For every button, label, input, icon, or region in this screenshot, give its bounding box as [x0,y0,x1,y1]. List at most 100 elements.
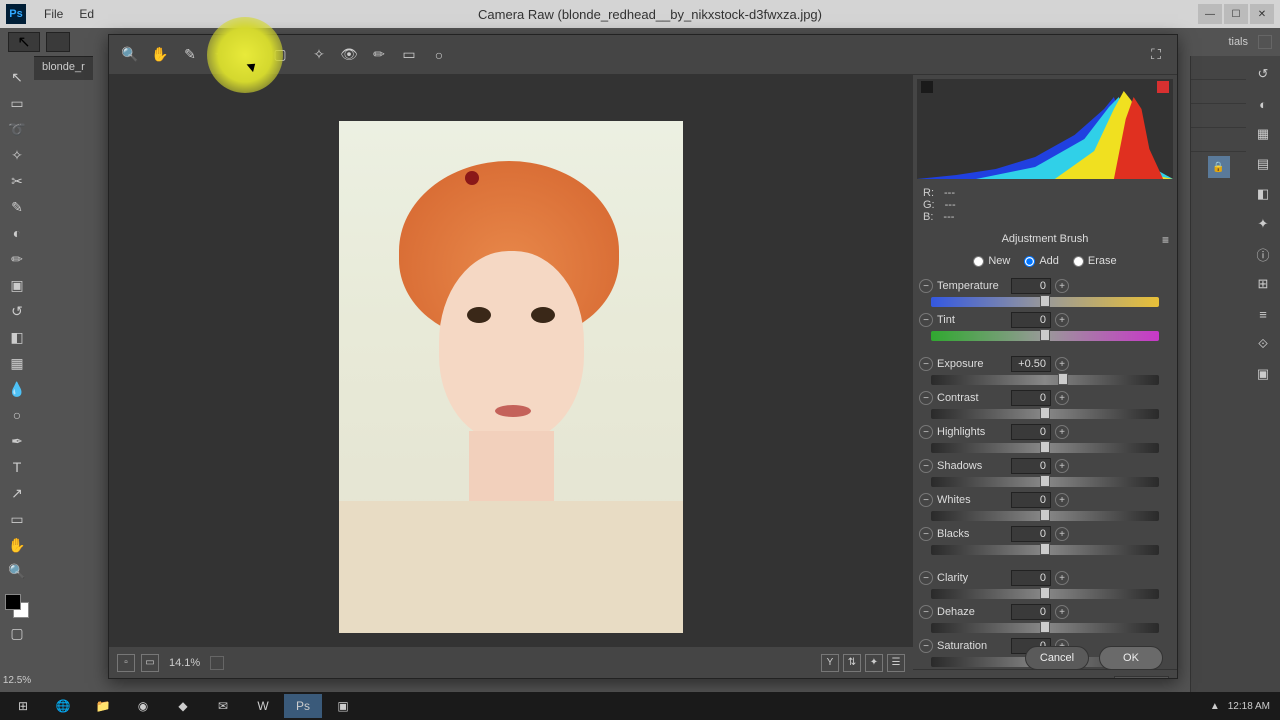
swatches-icon[interactable]: ▦ [1253,124,1273,144]
cr-spot-tool[interactable]: ✧ [308,44,330,66]
options-swatch[interactable] [46,32,70,52]
copy-button[interactable]: ✦ [865,654,883,672]
pen-tool[interactable]: ✒ [5,430,29,452]
minimize-button[interactable]: — [1198,4,1222,24]
move-tool[interactable]: ↖ [5,66,29,88]
cr-radial-filter[interactable]: ○ [428,44,450,66]
word-icon[interactable]: W [244,694,282,718]
outlook-icon[interactable]: ✉ [204,694,242,718]
minus-icon[interactable]: − [919,527,933,541]
minus-icon[interactable]: − [919,391,933,405]
workspace-tab[interactable]: tials [1222,34,1254,50]
eraser-tool[interactable]: ◧ [5,326,29,348]
zoom-dropdown[interactable] [210,656,224,670]
minus-icon[interactable]: − [919,279,933,293]
slider-value[interactable]: 0 [1011,312,1051,328]
slider-track-dehaze[interactable] [931,623,1159,633]
plus-icon[interactable]: + [1055,313,1069,327]
zoom-tool[interactable]: 🔍 [5,560,29,582]
close-button[interactable]: ✕ [1250,4,1274,24]
styles-icon[interactable]: ✦ [1253,214,1273,234]
cr-zoom-tool[interactable]: 🔍 [119,44,141,66]
shadow-clip-icon[interactable] [921,81,933,93]
start-button[interactable]: ⊞ [4,694,42,718]
properties-icon[interactable]: ⊞ [1253,274,1273,294]
panel-row[interactable] [1191,56,1246,80]
quickmask-tool[interactable]: ▢ [5,622,29,644]
panel-row[interactable] [1191,80,1246,104]
eyedropper-tool[interactable]: ✎ [5,196,29,218]
slider-track-highlights[interactable] [931,443,1159,453]
path-tool[interactable]: ↗ [5,482,29,504]
slider-value[interactable]: 0 [1011,526,1051,542]
minus-icon[interactable]: − [919,357,933,371]
heal-tool[interactable]: ◐ [5,222,29,244]
cr-preview-area[interactable]: ▫ ▭ 14.1% Y ⇅ ✦ ☰ [109,75,913,678]
panel-row[interactable] [1191,128,1246,152]
photoshop-taskbar-icon[interactable]: Ps [284,694,322,718]
ie-icon[interactable]: 🌐 [44,694,82,718]
channels-icon[interactable]: ≡ [1253,304,1273,324]
slider-value[interactable]: +0.50 [1011,356,1051,372]
type-tool[interactable]: T [5,456,29,478]
workspace-dropdown[interactable] [1258,35,1272,49]
plus-icon[interactable]: + [1055,391,1069,405]
highlight-clip-icon[interactable] [1157,81,1169,93]
menu-edit[interactable]: Ed [71,7,102,21]
minus-icon[interactable]: − [919,571,933,585]
stamp-tool[interactable]: ▣ [5,274,29,296]
tray-up-icon[interactable]: ▲ [1210,701,1220,712]
plus-icon[interactable]: + [1055,425,1069,439]
slider-value[interactable]: 0 [1011,424,1051,440]
crop-tool[interactable]: ✂ [5,170,29,192]
libraries-icon[interactable]: ▤ [1253,154,1273,174]
mode-add[interactable]: Add [1024,255,1059,267]
minus-icon[interactable]: − [919,639,933,653]
slider-track-blacks[interactable] [931,545,1159,555]
settings-button[interactable]: ☰ [887,654,905,672]
slider-value[interactable]: 0 [1011,390,1051,406]
cr-crop-tool[interactable]: ▢ [269,44,291,66]
ok-button[interactable]: OK [1099,646,1163,670]
slider-track-tint[interactable] [931,331,1159,341]
slider-track-clarity[interactable] [931,589,1159,599]
info-icon[interactable]: ⓘ [1253,244,1273,264]
plus-icon[interactable]: + [1055,527,1069,541]
plus-icon[interactable]: + [1055,279,1069,293]
menu-file[interactable]: File [36,7,71,21]
brush-tool[interactable]: ✏ [5,248,29,270]
cr-fullscreen-icon[interactable]: ⛶ [1145,44,1167,66]
cancel-button[interactable]: Cancel [1025,646,1089,670]
cr-adjustment-brush[interactable]: ✏ [368,44,390,66]
blur-tool[interactable]: 💧 [5,378,29,400]
slider-value[interactable]: 0 [1011,570,1051,586]
cr-redeye-tool[interactable]: 👁 [338,44,360,66]
cr-colorsampler-tool[interactable]: ✦ [209,44,231,66]
marquee-tool[interactable]: ▭ [5,92,29,114]
history-icon[interactable]: ↺ [1253,64,1273,84]
clear-all-button[interactable]: Clear All [1114,676,1169,678]
plus-icon[interactable]: + [1055,357,1069,371]
mode-erase[interactable]: Erase [1073,255,1117,267]
app2-icon[interactable]: ▣ [324,694,362,718]
panel-menu-icon[interactable]: ≡ [1162,233,1169,247]
lock-icon[interactable]: 🔒 [1208,156,1230,178]
zoom-fit-button[interactable]: ▭ [141,654,159,672]
explorer-icon[interactable]: 📁 [84,694,122,718]
slider-value[interactable]: 0 [1011,604,1051,620]
gradient-tool[interactable]: ▦ [5,352,29,374]
paths-icon[interactable]: ⟐ [1253,334,1273,354]
cr-graduated-filter[interactable]: ▭ [398,44,420,66]
color-icon[interactable]: ◐ [1253,94,1273,114]
maximize-button[interactable]: ☐ [1224,4,1248,24]
minus-icon[interactable]: − [919,605,933,619]
slider-track-whites[interactable] [931,511,1159,521]
cr-whitebalance-tool[interactable]: ✎ [179,44,201,66]
tool-preset[interactable]: ↖ [8,32,40,52]
shape-tool[interactable]: ▭ [5,508,29,530]
slider-value[interactable]: 0 [1011,278,1051,294]
slider-track-contrast[interactable] [931,409,1159,419]
layers-icon[interactable]: ▣ [1253,364,1273,384]
plus-icon[interactable]: + [1055,605,1069,619]
zoom-out-button[interactable]: ▫ [117,654,135,672]
